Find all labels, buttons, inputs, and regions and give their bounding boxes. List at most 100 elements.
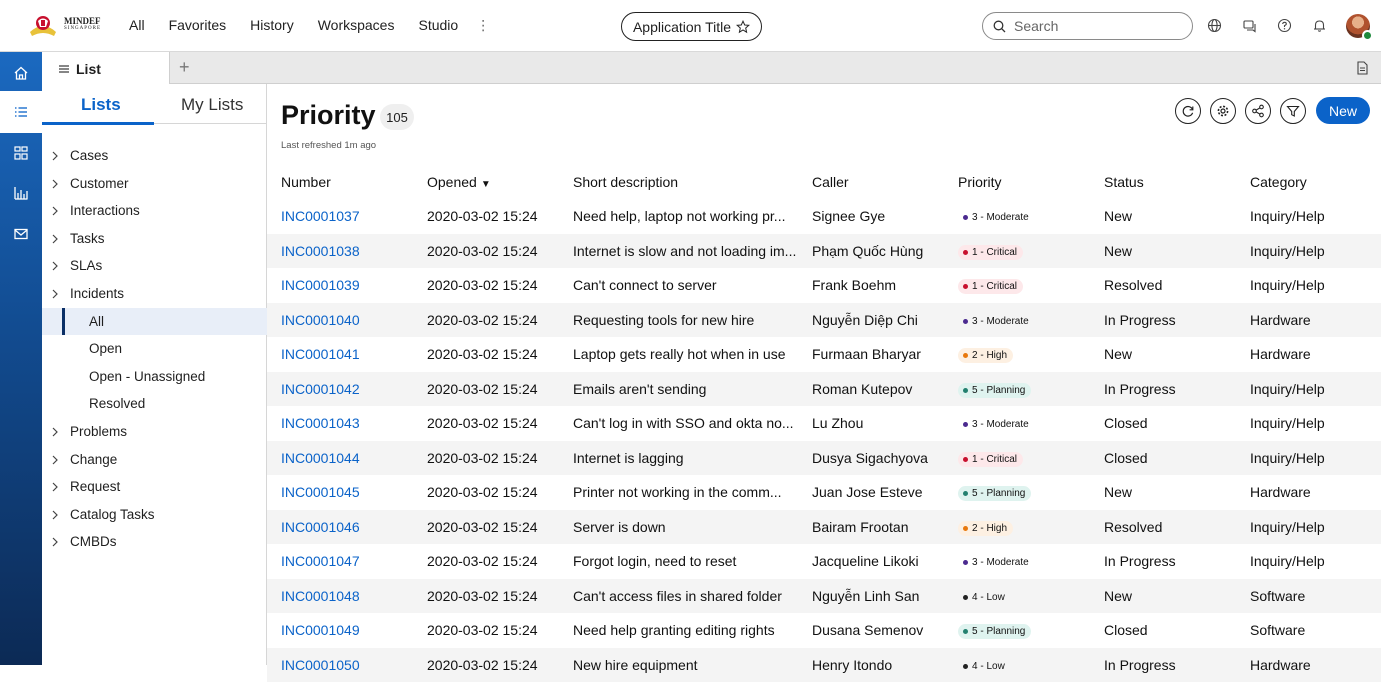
column-header-category[interactable]: Category — [1236, 165, 1381, 199]
column-header-priority[interactable]: Priority — [944, 165, 1090, 199]
tree-item[interactable]: All — [42, 308, 267, 336]
analytics-icon[interactable] — [0, 172, 42, 214]
tree-item[interactable]: Open — [42, 335, 267, 363]
table-row[interactable]: INC00010482020-03-02 15:24Can't access f… — [267, 579, 1381, 614]
nav-studio[interactable]: Studio — [418, 17, 458, 34]
tab-lists[interactable]: Lists — [81, 95, 121, 115]
column-header-short-description[interactable]: Short description — [559, 165, 798, 199]
incident-number-link[interactable]: INC0001049 — [267, 613, 413, 648]
column-header-caller[interactable]: Caller — [798, 165, 944, 199]
chevron-right-icon[interactable] — [51, 481, 59, 495]
short-description: Requesting tools for new hire — [559, 303, 798, 338]
user-avatar[interactable] — [1346, 14, 1370, 38]
column-header-opened[interactable]: Opened▼ — [413, 165, 559, 199]
incident-number-link[interactable]: INC0001046 — [267, 510, 413, 545]
incident-number-link[interactable]: INC0001048 — [267, 579, 413, 614]
incident-number-link[interactable]: INC0001042 — [267, 372, 413, 407]
chevron-right-icon[interactable] — [51, 536, 59, 550]
sort-descending-icon[interactable]: ▼ — [481, 179, 491, 190]
tree-item[interactable]: Open - Unassigned — [42, 363, 267, 391]
table-row[interactable]: INC00010382020-03-02 15:24Internet is sl… — [267, 234, 1381, 269]
filter-icon[interactable] — [1280, 98, 1306, 124]
nav-all[interactable]: All — [129, 17, 145, 34]
table-row[interactable]: INC00010462020-03-02 15:24Server is down… — [267, 510, 1381, 545]
refresh-icon[interactable] — [1175, 98, 1201, 124]
chevron-right-icon[interactable] — [51, 288, 59, 302]
tab-my-lists[interactable]: My Lists — [181, 95, 243, 115]
short-description: Need help, laptop not working pr... — [559, 199, 798, 234]
add-tab-button[interactable]: + — [179, 57, 190, 78]
chevron-right-icon[interactable] — [51, 509, 59, 523]
incident-number-link[interactable]: INC0001044 — [267, 441, 413, 476]
opened-date: 2020-03-02 15:24 — [413, 406, 559, 441]
globe-icon[interactable] — [1206, 17, 1222, 33]
tree-item[interactable]: Cases — [42, 142, 267, 170]
nav-favorites[interactable]: Favorites — [169, 17, 227, 34]
nav-history[interactable]: History — [250, 17, 294, 34]
chevron-right-icon[interactable] — [51, 233, 59, 247]
tree-item[interactable]: CMBDs — [42, 528, 267, 556]
incident-number-link[interactable]: INC0001039 — [267, 268, 413, 303]
top-header: MINDEF SINGAPORE All Favorites History W… — [0, 0, 1381, 52]
document-icon[interactable] — [1356, 61, 1369, 80]
tree-item-label: SLAs — [70, 258, 102, 273]
table-row[interactable]: INC00010452020-03-02 15:24Printer not wo… — [267, 475, 1381, 510]
incident-number-link[interactable]: INC0001043 — [267, 406, 413, 441]
chevron-right-icon[interactable] — [51, 426, 59, 440]
category-text: Hardware — [1236, 337, 1381, 372]
table-row[interactable]: INC00010372020-03-02 15:24Need help, lap… — [267, 199, 1381, 234]
mail-icon[interactable] — [0, 213, 42, 255]
tree-item[interactable]: Change — [42, 446, 267, 474]
tree-item[interactable]: Problems — [42, 418, 267, 446]
chevron-right-icon[interactable] — [51, 150, 59, 164]
tree-item[interactable]: Incidents — [42, 280, 267, 308]
star-icon[interactable] — [736, 20, 750, 34]
list-icon[interactable] — [0, 91, 42, 133]
incident-number-link[interactable]: INC0001040 — [267, 303, 413, 338]
nav-workspaces[interactable]: Workspaces — [318, 17, 395, 34]
tree-item[interactable]: Interactions — [42, 197, 267, 225]
incident-number-link[interactable]: INC0001045 — [267, 475, 413, 510]
table-row[interactable]: INC00010422020-03-02 15:24Emails aren't … — [267, 372, 1381, 407]
incident-number-link[interactable]: INC0001047 — [267, 544, 413, 579]
help-icon[interactable] — [1276, 17, 1292, 33]
new-button[interactable]: New — [1316, 97, 1370, 124]
chevron-right-icon[interactable] — [51, 454, 59, 468]
chevron-right-icon[interactable] — [51, 178, 59, 192]
tree-item[interactable]: Customer — [42, 170, 267, 198]
column-header-number[interactable]: Number — [267, 165, 413, 199]
tree-item[interactable]: Request — [42, 473, 267, 501]
app-title-button[interactable]: Application Title — [621, 12, 762, 41]
tab-list[interactable]: List — [42, 52, 170, 85]
chevron-right-icon[interactable] — [51, 205, 59, 219]
logo[interactable]: MINDEF SINGAPORE — [26, 12, 101, 38]
caller-name: Furmaan Bharyar — [798, 337, 944, 372]
table-row[interactable]: INC00010432020-03-02 15:24Can't log in w… — [267, 406, 1381, 441]
priority-label: 4 - Low — [972, 592, 1005, 603]
tree-item[interactable]: Catalog Tasks — [42, 501, 267, 529]
logo-text: MINDEF SINGAPORE — [64, 17, 101, 33]
incident-number-link[interactable]: INC0001041 — [267, 337, 413, 372]
table-row[interactable]: INC00010442020-03-02 15:24Internet is la… — [267, 441, 1381, 476]
tree-item[interactable]: Tasks — [42, 225, 267, 253]
column-header-status[interactable]: Status — [1090, 165, 1236, 199]
incident-table: Number Opened▼ Short description Caller … — [267, 165, 1381, 682]
nav-more-menu[interactable]: ⋮ — [476, 17, 490, 34]
dashboard-icon[interactable] — [0, 132, 42, 174]
table-row[interactable]: INC00010402020-03-02 15:24Requesting too… — [267, 303, 1381, 338]
tree-item[interactable]: Resolved — [42, 390, 267, 418]
search-input[interactable] — [1014, 18, 1174, 34]
table-row[interactable]: INC00010412020-03-02 15:24Laptop gets re… — [267, 337, 1381, 372]
chevron-right-icon[interactable] — [51, 260, 59, 274]
tree-item[interactable]: SLAs — [42, 252, 267, 280]
bell-icon[interactable] — [1311, 17, 1327, 33]
incident-number-link[interactable]: INC0001038 — [267, 234, 413, 269]
table-row[interactable]: INC00010492020-03-02 15:24Need help gran… — [267, 613, 1381, 648]
home-icon[interactable] — [0, 52, 42, 94]
share-icon[interactable] — [1245, 98, 1271, 124]
table-row[interactable]: INC00010392020-03-02 15:24Can't connect … — [267, 268, 1381, 303]
chat-icon[interactable] — [1241, 17, 1257, 33]
table-row[interactable]: INC00010472020-03-02 15:24Forgot login, … — [267, 544, 1381, 579]
incident-number-link[interactable]: INC0001037 — [267, 199, 413, 234]
settings-icon[interactable] — [1210, 98, 1236, 124]
